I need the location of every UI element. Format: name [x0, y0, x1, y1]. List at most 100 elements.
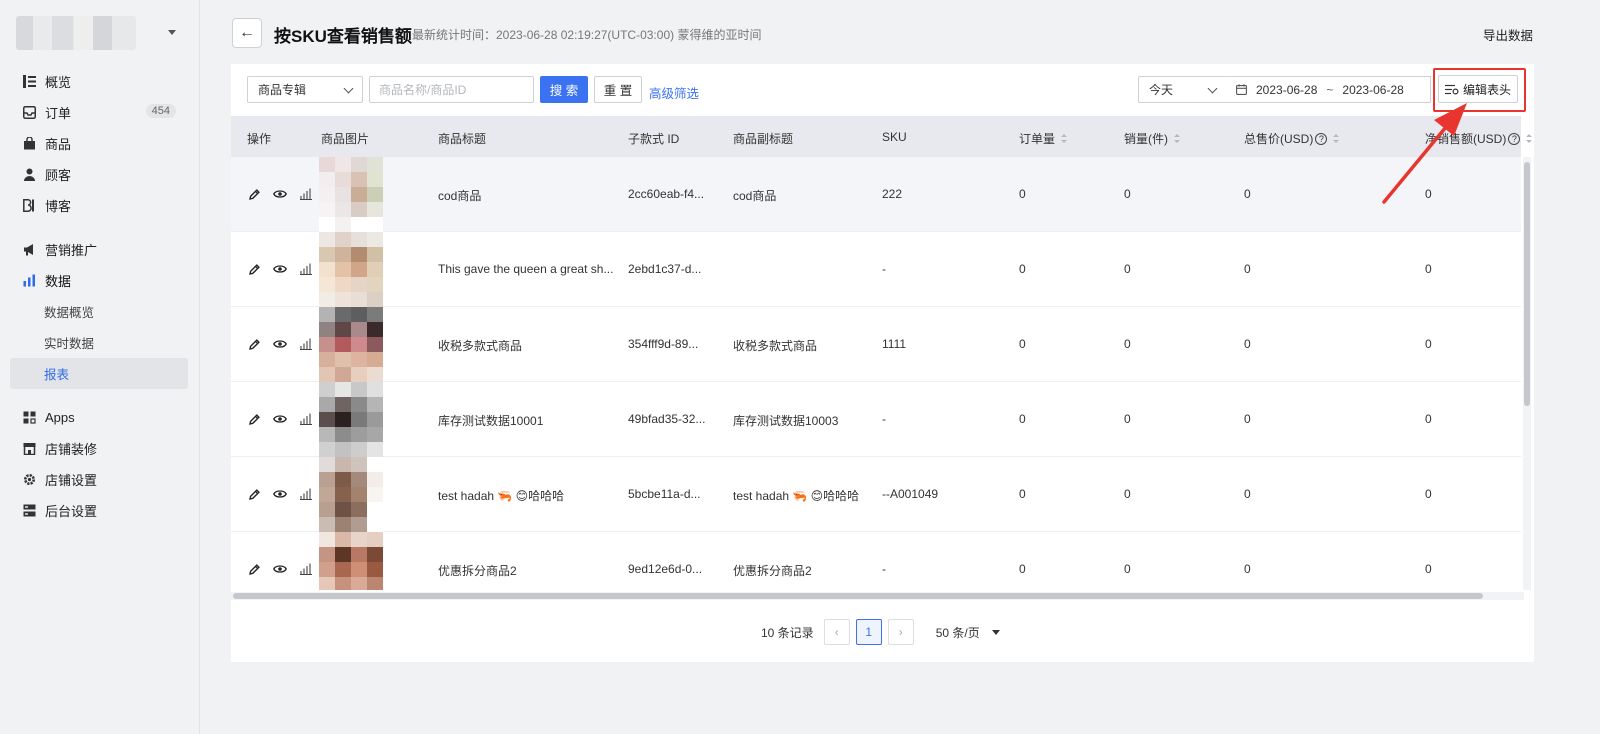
product-search-input[interactable] — [369, 76, 534, 103]
product-title[interactable]: test hadah 🦐 😊哈哈哈 — [438, 487, 618, 504]
collection-select[interactable]: 商品专辑 — [247, 76, 363, 103]
product-image[interactable] — [319, 232, 383, 307]
scroll-thumb[interactable] — [233, 593, 1483, 599]
caret-down-icon[interactable] — [168, 30, 176, 35]
product-image[interactable] — [319, 382, 383, 457]
product-title[interactable]: 优惠拆分商品2 — [438, 562, 618, 579]
sidebar-subitem-realtime[interactable]: 实时数据 — [10, 327, 188, 358]
back-button[interactable]: ← — [232, 18, 262, 48]
sort-icon[interactable] — [1333, 134, 1340, 143]
bar-chart-icon[interactable] — [299, 337, 313, 351]
edit-pencil-icon[interactable] — [247, 262, 261, 276]
vertical-scrollbar[interactable] — [1523, 157, 1531, 590]
eye-icon[interactable] — [273, 412, 287, 426]
report-card: 商品专辑 搜 索 重 置 高级筛选 今天 2023-06-28 ~ 2023-0… — [231, 64, 1534, 662]
eye-icon[interactable] — [273, 562, 287, 576]
sidebar-item-data[interactable]: 数据 — [10, 265, 188, 296]
order-count: 0 — [1019, 187, 1026, 201]
sort-icon[interactable] — [1061, 134, 1068, 143]
sidebar-item-store-design[interactable]: 店铺装修 — [10, 433, 188, 464]
sidebar-subitem-data-overview[interactable]: 数据概览 — [10, 296, 188, 327]
sidebar-item-store-settings[interactable]: 店铺设置 — [10, 464, 188, 495]
page-number[interactable]: 1 — [855, 619, 882, 645]
sidebar-item-admin-settings[interactable]: 后台设置 — [10, 495, 188, 526]
sort-icon[interactable] — [1526, 134, 1533, 143]
prev-page-button[interactable]: ‹ — [823, 619, 850, 645]
sidebar-item-label: 营销推广 — [45, 243, 98, 258]
gross-sales: 0 — [1244, 562, 1251, 576]
order-count-badge: 454 — [145, 104, 176, 118]
edit-pencil-icon[interactable] — [247, 562, 261, 576]
reset-button[interactable]: 重 置 — [594, 76, 642, 103]
sidebar-item-products[interactable]: 商品 — [10, 128, 188, 159]
sidebar-item-overview[interactable]: 概览 — [10, 66, 188, 97]
store-name-blurred — [16, 16, 136, 50]
order-count: 0 — [1019, 487, 1026, 501]
period-select[interactable]: 今天 — [1138, 76, 1227, 103]
sidebar-item-customers[interactable]: 顾客 — [10, 159, 188, 190]
col-gross-label: 总售价(USD) — [1244, 132, 1314, 146]
page-size-value: 50 条/页 — [935, 625, 980, 640]
store-switcher[interactable] — [16, 16, 186, 50]
net-sales: 0 — [1425, 187, 1432, 201]
order-count: 0 — [1019, 412, 1026, 426]
horizontal-scrollbar[interactable] — [231, 592, 1524, 600]
eye-icon[interactable] — [273, 187, 287, 201]
col-gross[interactable]: 总售价(USD)? — [1244, 130, 1340, 147]
page-size-select[interactable]: 50 条/页 — [936, 624, 1000, 641]
sidebar-item-apps[interactable]: Apps — [10, 402, 188, 433]
scroll-thumb[interactable] — [1524, 162, 1530, 406]
variant-id: 2ebd1c37-d... — [628, 262, 702, 276]
sidebar-subitem-reports[interactable]: 报表 — [10, 358, 188, 389]
product-title[interactable]: 库存测试数据10001 — [438, 412, 618, 429]
product-image[interactable] — [319, 307, 383, 382]
eye-icon[interactable] — [273, 487, 287, 501]
product-subtitle: 收税多款式商品 — [733, 339, 818, 353]
net-sales: 0 — [1425, 487, 1432, 501]
net-sales: 0 — [1425, 337, 1432, 351]
export-data-button[interactable]: 导出数据 — [1483, 25, 1533, 44]
edit-pencil-icon[interactable] — [247, 412, 261, 426]
help-icon[interactable]: ? — [1508, 132, 1521, 145]
sidebar-item-marketing[interactable]: 营销推广 — [10, 234, 188, 265]
product-title[interactable]: This gave the queen a great sh... — [438, 262, 618, 276]
bar-chart-icon[interactable] — [299, 187, 313, 201]
secondary-nav: 营销推广 数据 数据概览 实时数据 报表 — [10, 234, 188, 389]
eye-icon[interactable] — [273, 262, 287, 276]
edit-pencil-icon[interactable] — [247, 337, 261, 351]
product-subtitle: 库存测试数据10003 — [733, 414, 839, 428]
variant-id: 9ed12e6d-0... — [628, 562, 703, 576]
product-title[interactable]: 收税多款式商品 — [438, 337, 618, 354]
bar-chart-icon[interactable] — [299, 262, 313, 276]
col-quantity[interactable]: 销量(件) — [1124, 130, 1180, 147]
search-button[interactable]: 搜 索 — [540, 76, 588, 103]
product-image[interactable] — [319, 457, 383, 532]
sidebar-item-orders[interactable]: 订单 454 — [10, 97, 188, 128]
col-orders[interactable]: 订单量 — [1019, 130, 1068, 147]
settings-icon — [22, 473, 36, 487]
bar-chart-icon[interactable] — [299, 562, 313, 576]
product-title[interactable]: cod商品 — [438, 187, 618, 204]
edit-pencil-icon[interactable] — [247, 487, 261, 501]
col-net[interactable]: 净销售额(USD)? — [1425, 130, 1533, 147]
date-range-picker[interactable]: 2023-06-28 ~ 2023-06-28 — [1226, 76, 1431, 103]
chevron-down-icon — [343, 83, 354, 94]
advanced-filter-link[interactable]: 高级筛选 — [649, 83, 699, 102]
sidebar-item-label: 后台设置 — [45, 504, 98, 519]
gross-sales: 0 — [1244, 337, 1251, 351]
row-actions — [247, 337, 313, 351]
sku: 222 — [882, 187, 903, 201]
eye-icon[interactable] — [273, 337, 287, 351]
bar-chart-icon[interactable] — [299, 412, 313, 426]
product-image[interactable] — [319, 157, 383, 232]
help-icon[interactable]: ? — [1315, 132, 1328, 145]
arrow-left-icon: ← — [239, 24, 255, 41]
edit-pencil-icon[interactable] — [247, 187, 261, 201]
product-image[interactable] — [319, 532, 383, 590]
apps-icon — [22, 411, 36, 425]
sort-icon[interactable] — [1174, 134, 1180, 143]
sidebar-item-blog[interactable]: 博客 — [10, 190, 188, 221]
bar-chart-icon[interactable] — [299, 487, 313, 501]
next-page-button[interactable]: › — [887, 619, 914, 645]
quantity-sold: 0 — [1124, 487, 1131, 501]
